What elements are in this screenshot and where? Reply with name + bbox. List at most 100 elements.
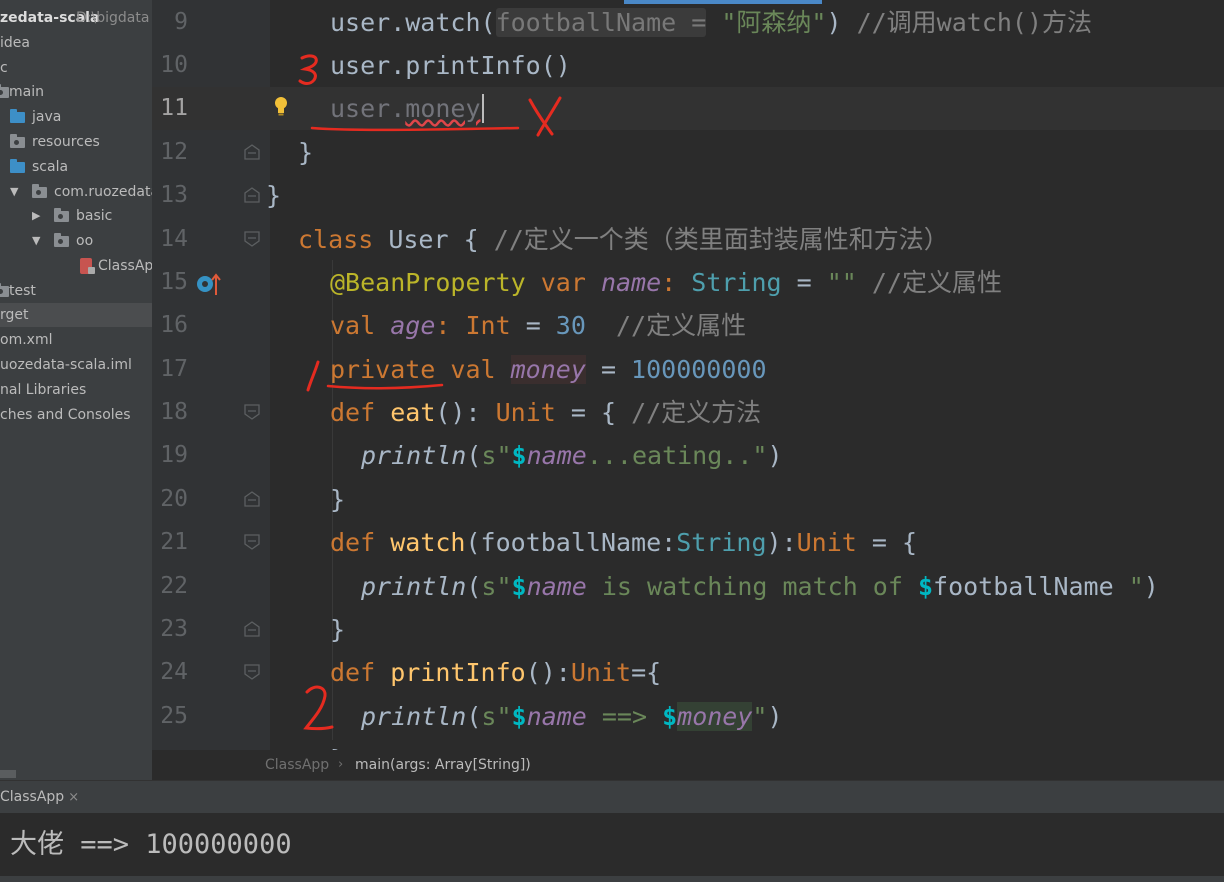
tree-item-scala[interactable]: scala [0, 155, 152, 179]
code-token: = { [555, 398, 632, 427]
code-token: println [361, 441, 467, 470]
run-panel-bottom-bar [0, 876, 1224, 882]
tree-item-basic[interactable]: ▶ basic [0, 204, 152, 228]
text-caret [481, 94, 484, 123]
code-token: ) [767, 702, 783, 731]
tree-item-pom-xml[interactable]: om.xml [0, 328, 152, 352]
code-token: age [390, 311, 436, 340]
project-root-row[interactable]: zedata-scala D:\bigdata [0, 6, 152, 30]
code-line-12[interactable]: 12 } [152, 131, 1224, 174]
code-line-20[interactable]: 20 } [152, 478, 1224, 521]
code-token: uozedata-scala.iml [0, 357, 132, 373]
code-line-23[interactable]: 23 } [152, 608, 1224, 651]
code-token: Int [465, 311, 511, 340]
code-line-16[interactable]: 16 val age: Int = 30 //定义属性 [152, 304, 1224, 347]
code-token: (): [435, 398, 496, 427]
code-line-21[interactable]: 21 def watch(footballName:String):Unit =… [152, 521, 1224, 564]
navigate-to-override-icon[interactable] [195, 271, 221, 297]
code-line-14[interactable]: 14 class User { //定义一个类（类里面封装属性和方法） [152, 218, 1224, 261]
code-token: ches and Consoles [0, 407, 131, 423]
line-number: 17 [160, 356, 188, 382]
tree-item-classapp[interactable]: ClassApp [0, 254, 152, 278]
line-number: 13 [160, 182, 188, 208]
line-number: 23 [160, 616, 188, 642]
code-token: //定义属性 [856, 268, 1002, 297]
tree-item-iml[interactable]: uozedata-scala.iml [0, 353, 152, 377]
tree-item-oo[interactable]: ▼ oo [0, 229, 152, 253]
code-token: } [330, 615, 346, 644]
code-line-18[interactable]: 18 def eat(): Unit = { //定义方法 [152, 391, 1224, 434]
code-line-22[interactable]: 22 println(s"$name is watching match of … [152, 565, 1224, 608]
code-line-25[interactable]: 25 println(s"$name ==> $money") [152, 695, 1224, 738]
fold-start-icon[interactable] [243, 403, 261, 421]
code-token: scala [32, 159, 69, 175]
code-line-24[interactable]: 24 def printInfo():Unit={ [152, 651, 1224, 694]
code-line-19[interactable]: 19 println(s"$name...eating..") [152, 434, 1224, 477]
code-token: resources [32, 134, 100, 150]
tree-item-src[interactable]: c [0, 56, 152, 80]
tree-item-test[interactable]: test [0, 279, 152, 303]
tree-item-main[interactable]: main [0, 80, 152, 104]
parameter-hint: footballName = [495, 8, 707, 37]
tree-item-scratches[interactable]: ches and Consoles [0, 403, 152, 427]
tree-item-target[interactable]: rget [0, 303, 152, 327]
package-icon [54, 208, 69, 222]
code-token: $ [662, 702, 678, 731]
fold-end-icon[interactable] [243, 186, 261, 204]
code-line-15[interactable]: 15 @BeanProperty var name: String = "" /… [152, 261, 1224, 304]
code-token: //定义属性 [585, 311, 747, 340]
code-token: = [585, 355, 632, 384]
tree-item-external-libraries[interactable]: nal Libraries [0, 378, 152, 402]
fold-end-icon[interactable] [243, 620, 261, 638]
code-token: c [0, 60, 8, 76]
package-icon [54, 233, 69, 247]
fold-end-icon[interactable] [243, 143, 261, 161]
run-tab-classapp[interactable]: ClassApp × [0, 789, 79, 805]
code-line-26-partial[interactable]: } [152, 738, 1224, 750]
code-token: @BeanProperty [330, 268, 526, 297]
sidebar-scrollbar[interactable] [0, 770, 16, 778]
code-line-13[interactable]: 13 } [152, 174, 1224, 217]
code-line-9[interactable]: 9 user.watch(footballName = "阿森纳") //调用w… [152, 1, 1224, 44]
code-token: private val [330, 355, 511, 384]
code-token: name [600, 268, 662, 297]
fold-start-icon[interactable] [243, 230, 261, 248]
tree-item-com-ruozedata[interactable]: ▼ com.ruozedata [0, 180, 152, 204]
tree-item-java[interactable]: java [0, 105, 152, 129]
chevron-right-icon: › [338, 757, 344, 772]
code-token: printInfo [390, 658, 526, 687]
line-number: 22 [160, 573, 188, 599]
code-token: ClassApp [98, 258, 152, 274]
code-editor[interactable]: 9 user.watch(footballName = "阿森纳") //调用w… [152, 0, 1224, 750]
expand-down-icon[interactable]: ▼ [32, 229, 40, 253]
code-token: footballName [933, 572, 1114, 601]
code-token: String [691, 268, 782, 297]
expand-right-icon[interactable]: ▶ [32, 204, 40, 228]
line-number: 10 [160, 52, 188, 78]
code-token: eat [390, 398, 436, 427]
code-token: is watching match of [586, 572, 918, 601]
fold-end-icon[interactable] [243, 490, 261, 508]
code-token: watch [390, 528, 466, 557]
code-token: = [781, 268, 827, 297]
tree-item-resources[interactable]: resources [0, 130, 152, 154]
fold-start-icon[interactable] [243, 663, 261, 681]
expand-down-icon[interactable]: ▼ [10, 180, 18, 204]
code-line-10[interactable]: 10 user.printInfo() [152, 44, 1224, 87]
breadcrumb-method[interactable]: main(args: Array[String]) [355, 750, 531, 780]
fold-start-icon[interactable] [243, 533, 261, 551]
code-line-11[interactable]: 11 user.money [152, 87, 1224, 130]
tree-item-idea[interactable]: idea [0, 31, 152, 55]
breadcrumb-file[interactable]: ClassApp [265, 750, 329, 780]
code-token: (footballName: [465, 528, 677, 557]
close-icon[interactable]: × [68, 790, 79, 805]
code-token: Unit [570, 658, 632, 687]
code-token: s [481, 441, 497, 470]
code-token: test [9, 283, 36, 299]
code-token: $ [511, 441, 527, 470]
code-token: user. [330, 94, 406, 123]
code-token: oo [76, 233, 94, 249]
lightbulb-icon[interactable] [274, 96, 288, 116]
code-token: var [525, 268, 601, 297]
code-line-17[interactable]: 17 private val money = 100000000 [152, 348, 1224, 391]
